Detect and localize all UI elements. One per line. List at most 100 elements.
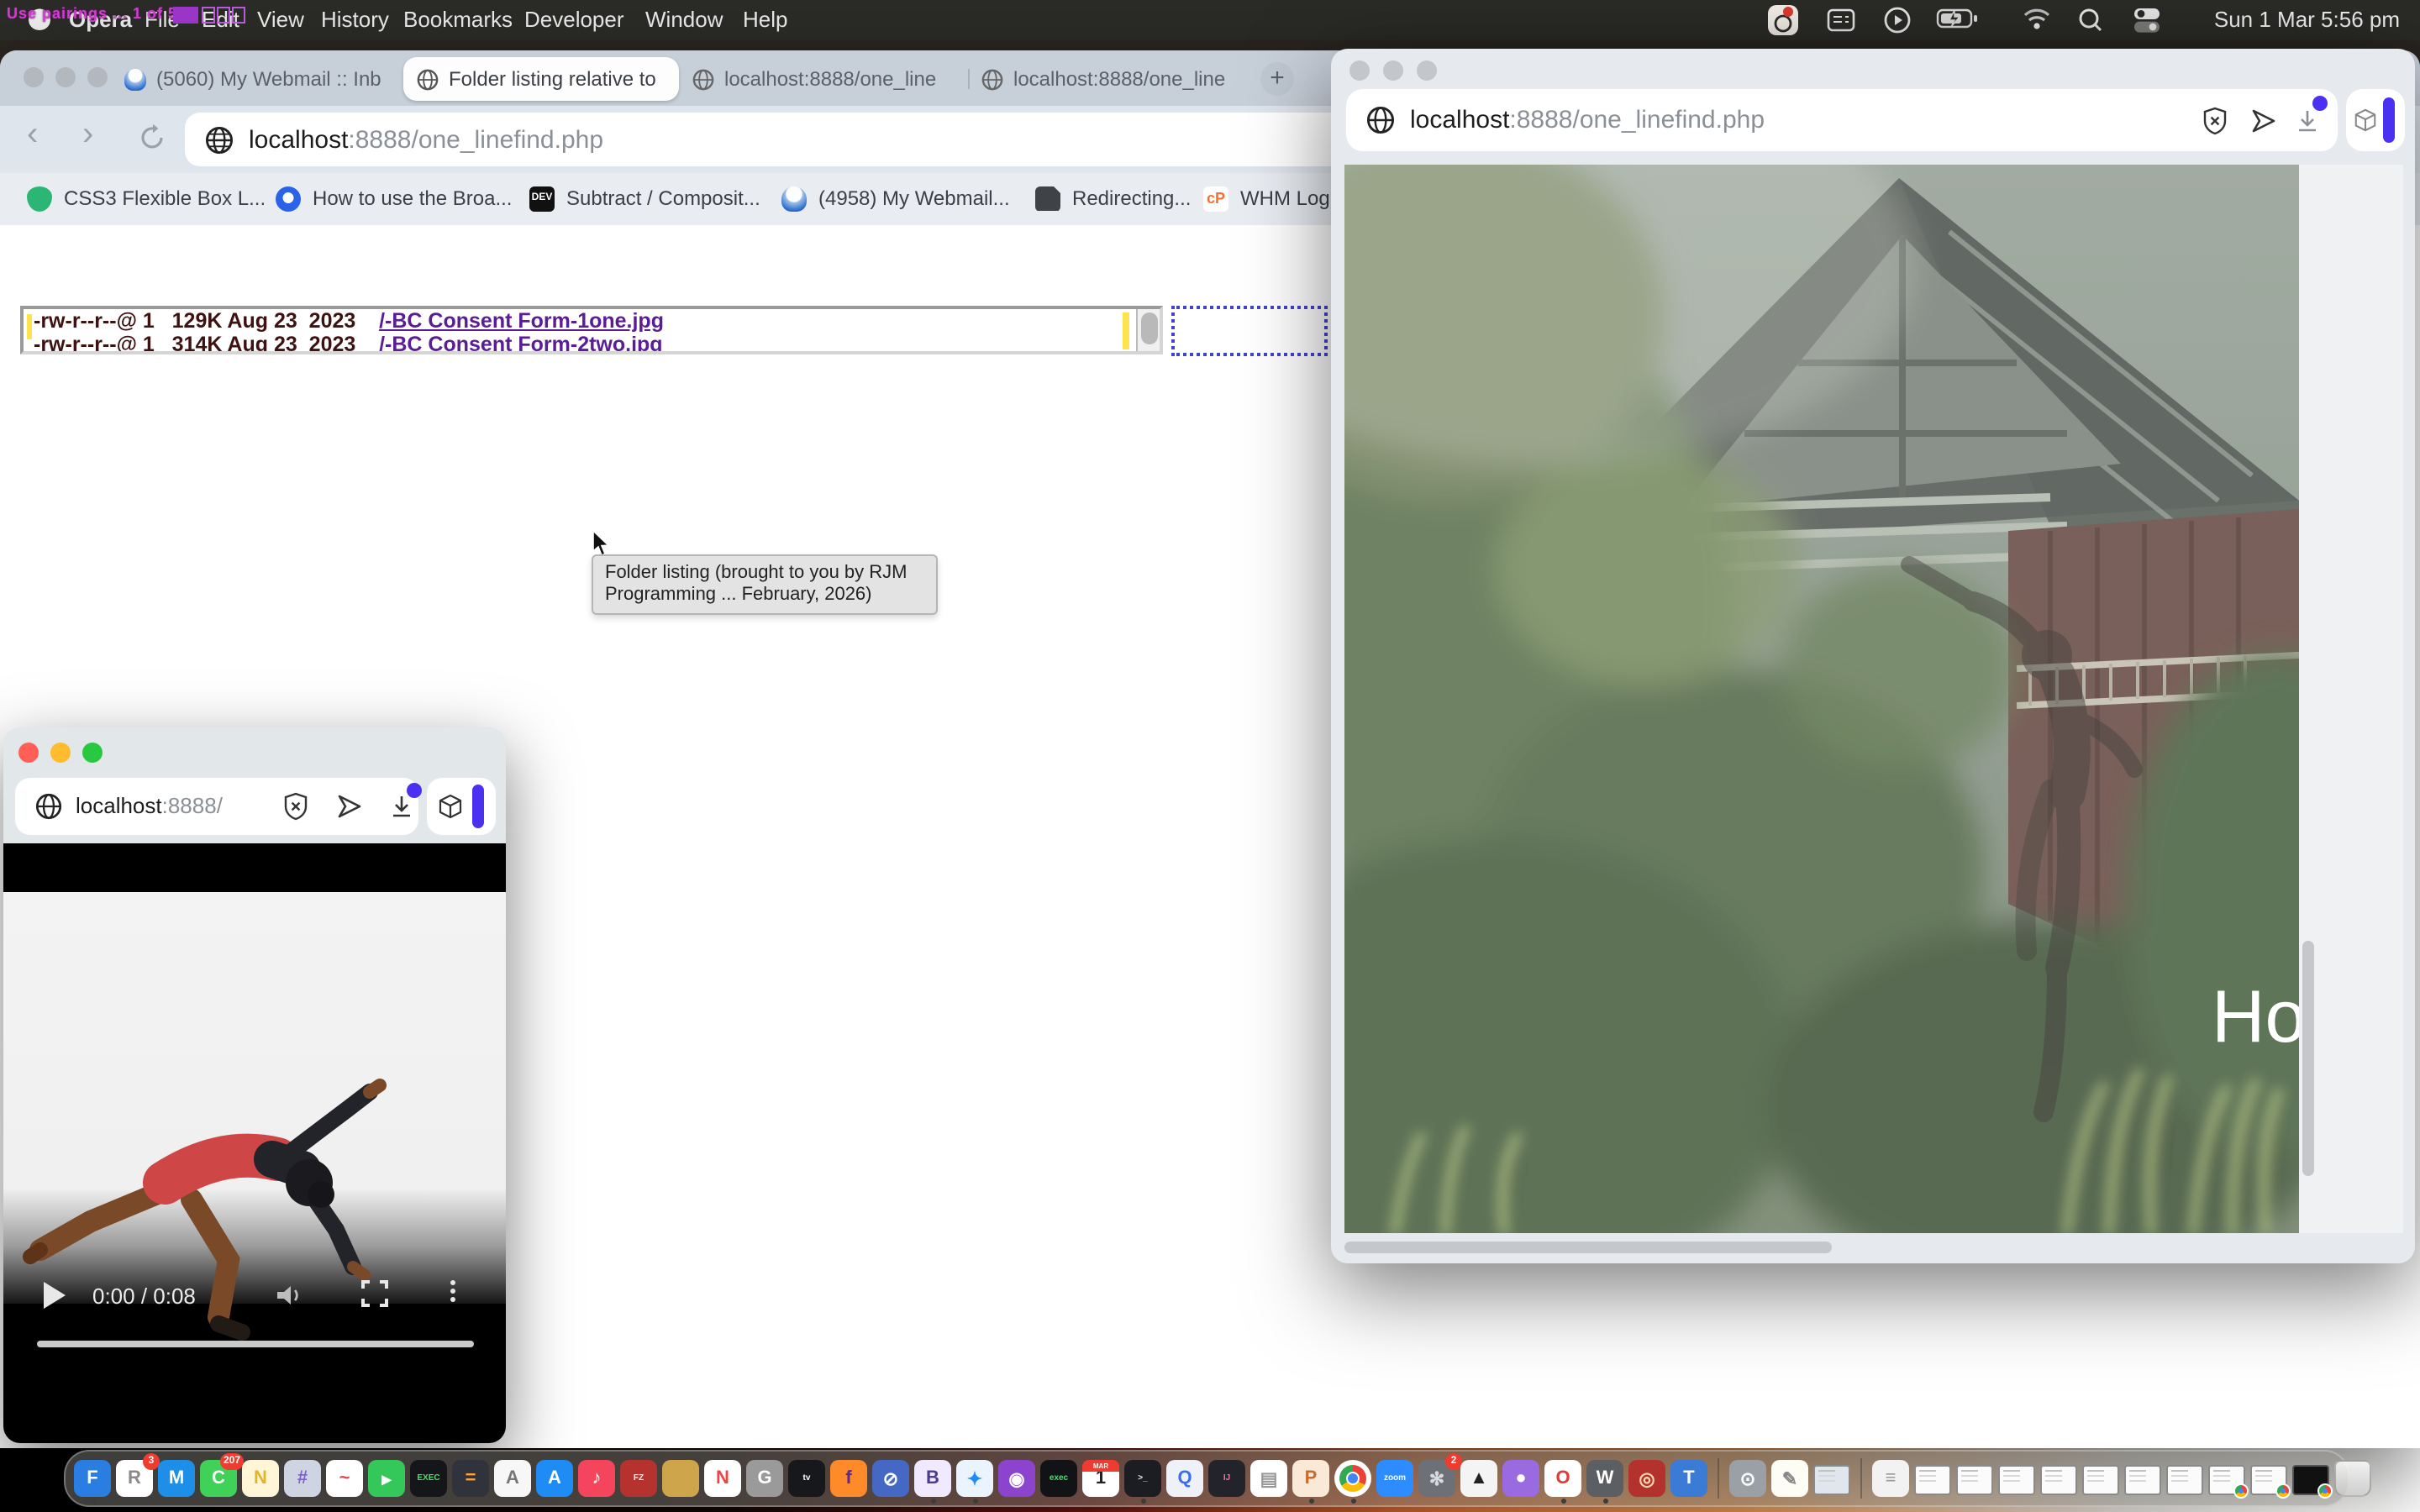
address-bar[interactable]: localhost:8888/ [15,778,418,835]
send-icon[interactable] [334,791,365,822]
dock-minimized-window[interactable] [2124,1465,2161,1495]
dock-minimized-window[interactable] [1998,1465,2035,1495]
dock-facetime[interactable]: ▸ [368,1460,405,1497]
dock-dev-tools[interactable]: T [1670,1460,1707,1497]
dock-minimized-window[interactable] [2082,1465,2119,1495]
address-bar[interactable]: localhost:8888/one_linefind.php [1346,89,2338,151]
dock-system-settings[interactable]: ✻2 [1418,1460,1455,1497]
dock-paint-palette[interactable]: P [1292,1460,1329,1497]
zoom-window-button[interactable] [1417,60,1437,81]
cube-icon[interactable] [437,793,464,820]
video-progress-bar[interactable] [37,1341,474,1347]
dock-moth-app[interactable]: W [1586,1460,1623,1497]
control-center-icon[interactable] [2133,7,2161,34]
menu-history[interactable]: History [321,7,389,32]
new-tab-button[interactable]: + [1260,62,1294,96]
dock-minimized-window-chrome[interactable] [2250,1465,2287,1495]
dock-stickies[interactable]: ✎ [1771,1460,1808,1497]
zoom-window-button[interactable] [87,67,108,87]
listing-scrollbar[interactable] [1136,309,1160,351]
zoom-window-button[interactable] [82,743,103,763]
dock-music[interactable]: ♪ [578,1460,615,1497]
minimize-window-button[interactable] [1383,60,1403,81]
vertical-scrollbar-thumb[interactable] [2302,941,2314,1176]
scrollbar-thumb[interactable] [1141,312,1158,344]
dock-textedit[interactable]: A [494,1460,531,1497]
forward-button[interactable]: › [82,116,93,155]
minimize-window-button[interactable] [50,743,71,763]
dock-apple-tv[interactable]: tv [788,1460,825,1497]
sidebar-extension-pill[interactable] [472,785,484,828]
dock-launchpad[interactable]: # [284,1460,321,1497]
dock-hamster-app[interactable]: ● [1502,1460,1539,1497]
dock-zoom[interactable]: zoom [1376,1460,1413,1497]
dock-safari[interactable]: ✦ [956,1460,993,1497]
dock-podcasts[interactable]: ◉ [998,1460,1035,1497]
horizontal-scrollbar-thumb[interactable] [1344,1242,1832,1253]
bookmark-whm[interactable]: cP WHM Log [1203,181,1330,215]
menu-view[interactable]: View [257,7,304,32]
dock-preview-doc[interactable]: ▤ [1250,1460,1287,1497]
dock-trash[interactable] [2334,1460,2371,1497]
dock-inkscape[interactable]: ▲ [1460,1460,1497,1497]
dock-firefox[interactable]: f [830,1460,867,1497]
dock-messages[interactable]: C207 [200,1460,237,1497]
listing-file-link[interactable]: /-BC Consent Form-1one.jpg [379,309,664,333]
dock-blocker[interactable]: ⊘ [872,1460,909,1497]
dock-minimized-window[interactable] [2166,1465,2203,1495]
dock-photos-thumb[interactable] [1813,1465,1850,1495]
wifi-icon[interactable] [2022,7,2050,34]
tab-localhost-1[interactable]: localhost:8888/one_line [692,57,955,101]
more-options-icon[interactable] [450,1277,455,1305]
extension-panel[interactable] [2346,89,2405,151]
extension-panel[interactable] [427,778,496,835]
dock-mail[interactable]: M [158,1460,195,1497]
dock-accessibility[interactable]: ⊙ [1729,1460,1766,1497]
bookmark-css3-flexbox[interactable]: CSS3 Flexible Box L... [27,181,266,215]
dock-gold-app[interactable] [662,1460,699,1497]
dock-notes[interactable]: N [242,1460,279,1497]
send-icon[interactable] [2249,106,2279,136]
bookmark-dev-subtract[interactable]: DEV Subtract / Composit... [529,181,760,215]
dock-exec2-terminal[interactable]: exec [1040,1460,1077,1497]
bookmark-broadcast[interactable]: How to use the Broa... [276,181,512,215]
reload-button[interactable] [138,123,168,153]
dock-chrome[interactable] [1334,1460,1371,1497]
fullscreen-icon[interactable] [360,1278,390,1309]
dock-minimized-window[interactable] [1914,1465,1951,1495]
dock-exec-terminal[interactable]: EXEC [410,1460,447,1497]
dock-filezilla[interactable]: FZ [620,1460,657,1497]
dock-drawing-app[interactable]: ~ [326,1460,363,1497]
close-window-button[interactable] [18,743,39,763]
dock-calculator[interactable]: = [452,1460,489,1497]
tab-localhost-2[interactable]: localhost:8888/one_line [981,57,1244,101]
dock-gimp[interactable]: G [746,1460,783,1497]
window-grid-icon[interactable] [1827,7,1855,34]
dock-downloads-stack[interactable]: ≡ [1872,1460,1909,1497]
menu-window[interactable]: Window [645,7,723,32]
bookmark-redirecting[interactable]: Redirecting... [1035,181,1191,215]
menu-bookmarks[interactable]: Bookmarks [403,7,513,32]
menu-help[interactable]: Help [743,7,788,32]
battery-icon[interactable] [1936,7,1980,34]
dock-minimized-window-dark[interactable] [2292,1465,2329,1495]
dock-color-wheel[interactable]: ◎ [1628,1460,1665,1497]
dock-minimized-window[interactable] [2040,1465,2077,1495]
dock-finder[interactable]: F [74,1460,111,1497]
tab-webmail[interactable]: (5060) My Webmail :: Inb [124,57,393,101]
dock-calendar[interactable]: MAR1 [1082,1460,1119,1497]
dock-app-store[interactable]: A [536,1460,573,1497]
minimize-window-button[interactable] [55,67,76,87]
menu-developer[interactable]: Developer [524,7,624,32]
menu-clock[interactable]: Sun 1 Mar 5:56 pm [2214,7,2400,32]
dock-minimized-window-chrome[interactable] [2208,1465,2245,1495]
play-circle-icon[interactable] [1884,7,1912,34]
tab-folder-listing[interactable]: Folder listing relative to [403,57,679,101]
dock-quicktime[interactable]: Q [1166,1460,1203,1497]
shield-block-icon[interactable] [2200,106,2230,136]
dock-intellij[interactable]: IJ [1208,1460,1245,1497]
bookmark-webmail[interactable]: (4958) My Webmail... [781,181,1010,215]
mute-icon[interactable] [272,1278,306,1312]
dock-terminal[interactable]: >_ [1124,1460,1161,1497]
search-icon[interactable] [2077,7,2106,34]
